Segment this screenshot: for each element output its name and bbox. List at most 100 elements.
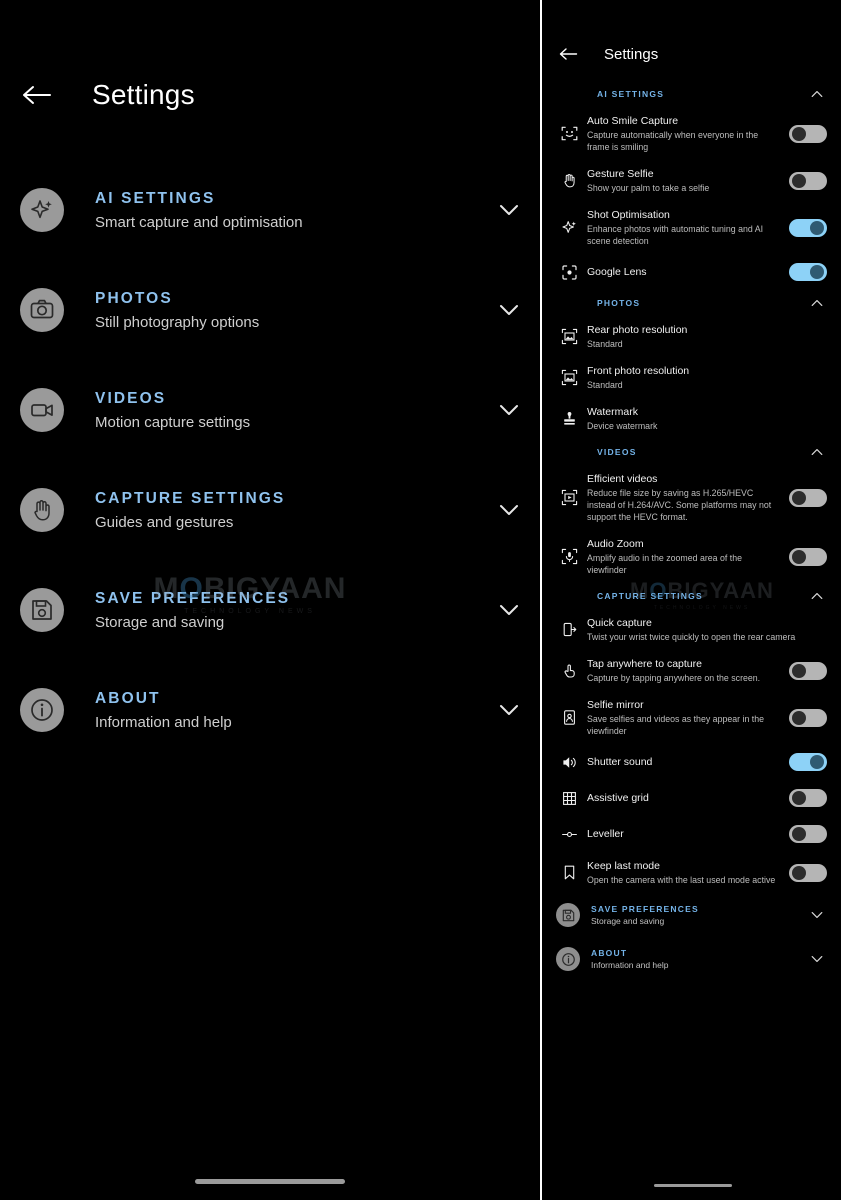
collapsed-section-save-preferences[interactable]: SAVE PREFERENCES Storage and saving [542, 893, 841, 937]
setting-row-leveller[interactable]: Leveller [542, 816, 841, 852]
sidebar-item-subtitle: Motion capture settings [95, 413, 251, 431]
setting-row-front-photo-resolution[interactable]: Front photo resolution Standard [542, 357, 841, 398]
info-circle-icon [20, 688, 64, 732]
toggle-shutter-sound[interactable] [789, 753, 827, 771]
toggle-auto-smile-capture[interactable] [789, 124, 827, 143]
chevron-down-icon[interactable] [498, 599, 520, 621]
section-header-photos[interactable]: PHOTOS [542, 290, 841, 316]
sidebar-item-label: ABOUT [95, 689, 161, 707]
right-settings-screen: Settings AI SETTINGS Auto Smile Capture … [542, 0, 841, 1200]
sidebar-item-videos[interactable]: VIDEOS Motion capture settings [0, 360, 540, 460]
setting-description: Capture automatically when everyone in t… [587, 130, 759, 152]
setting-row-shutter-sound[interactable]: Shutter sound [542, 744, 841, 780]
setting-row-efficient-videos[interactable]: Efficient videos Reduce file size by sav… [542, 465, 841, 530]
setting-row-shot-optimisation[interactable]: Shot Optimisation Enhance photos with au… [542, 201, 841, 254]
setting-description: Reduce file size by saving as H.265/HEVC… [587, 488, 772, 522]
chevron-up-icon[interactable] [810, 446, 823, 459]
chevron-up-icon[interactable] [810, 88, 823, 101]
chevron-down-icon[interactable] [810, 953, 823, 966]
section-header-capture-settings[interactable]: CAPTURE SETTINGS [542, 583, 841, 609]
sidebar-item-label: PHOTOS [95, 289, 173, 307]
left-settings-screen: Settings AI SETTINGS Smart capture and o… [0, 0, 540, 1200]
gesture-nav-bar[interactable] [195, 1179, 345, 1184]
setting-label: Leveller [587, 828, 624, 840]
collapsed-section-subtitle: Storage and saving [591, 916, 665, 926]
section-header-videos[interactable]: VIDEOS [542, 439, 841, 465]
chevron-down-icon[interactable] [498, 399, 520, 421]
video-frame-icon [556, 487, 583, 509]
floppy-save-icon [20, 588, 64, 632]
toggle-audio-zoom[interactable] [789, 547, 827, 566]
setting-row-watermark[interactable]: Watermark Device watermark [542, 398, 841, 439]
setting-text: Assistive grid [583, 791, 789, 805]
gesture-nav-bar[interactable] [654, 1184, 732, 1187]
setting-label: Shutter sound [587, 756, 653, 768]
toggle-knob [792, 126, 806, 141]
chevron-down-icon[interactable] [498, 699, 520, 721]
setting-label: Keep last mode [587, 860, 660, 872]
setting-row-selfie-mirror[interactable]: Selfie mirror Save selfies and videos as… [542, 691, 841, 744]
google-lens-icon [556, 261, 583, 283]
sidebar-item-save-preferences[interactable]: SAVE PREFERENCES Storage and saving [0, 560, 540, 660]
toggle-shot-optimisation[interactable] [789, 218, 827, 237]
setting-label: Selfie mirror [587, 699, 644, 711]
sidebar-item-label: SAVE PREFERENCES [95, 589, 291, 607]
toggle-google-lens[interactable] [789, 263, 827, 281]
back-button[interactable] [557, 43, 579, 65]
stamp-watermark-icon [556, 408, 583, 430]
chevron-down-icon[interactable] [498, 199, 520, 221]
setting-description: Show your palm to take a selfie [587, 183, 710, 193]
toggle-knob [792, 791, 806, 805]
setting-row-rear-photo-resolution[interactable]: Rear photo resolution Standard [542, 316, 841, 357]
setting-row-tap-anywhere-to-capture[interactable]: Tap anywhere to capture Capture by tappi… [542, 650, 841, 691]
setting-label: Efficient videos [587, 473, 658, 485]
chevron-down-icon[interactable] [498, 499, 520, 521]
collapsed-section-about[interactable]: ABOUT Information and help [542, 937, 841, 981]
setting-row-quick-capture[interactable]: Quick capture Twist your wrist twice qui… [542, 609, 841, 650]
sidebar-item-ai-settings[interactable]: AI SETTINGS Smart capture and optimisati… [0, 160, 540, 260]
video-camera-icon [20, 388, 64, 432]
setting-row-audio-zoom[interactable]: Audio Zoom Amplify audio in the zoomed a… [542, 530, 841, 583]
toggle-gesture-selfie[interactable] [789, 171, 827, 190]
setting-description: Open the camera with the last used mode … [587, 875, 776, 885]
setting-label: Tap anywhere to capture [587, 658, 702, 670]
chevron-up-icon[interactable] [810, 297, 823, 310]
section-label: VIDEOS [597, 447, 637, 457]
setting-label: Shot Optimisation [587, 209, 670, 221]
toggle-knob [810, 265, 824, 279]
setting-text: Shutter sound [583, 755, 789, 769]
sidebar-item-text: VIDEOS Motion capture settings [95, 390, 498, 431]
setting-row-assistive-grid[interactable]: Assistive grid [542, 780, 841, 816]
setting-text: Tap anywhere to capture Capture by tappi… [583, 657, 789, 684]
setting-text: Gesture Selfie Show your palm to take a … [583, 167, 789, 194]
setting-text: Rear photo resolution Standard [583, 323, 827, 350]
sidebar-item-text: SAVE PREFERENCES Storage and saving [95, 590, 498, 631]
phone-twist-icon [556, 619, 583, 641]
toggle-leveller[interactable] [789, 825, 827, 843]
chevron-down-icon[interactable] [498, 299, 520, 321]
dual-screenshot-comparison: Settings AI SETTINGS Smart capture and o… [0, 0, 841, 1200]
setting-row-google-lens[interactable]: Google Lens [542, 254, 841, 290]
chevron-down-icon[interactable] [810, 909, 823, 922]
setting-row-keep-last-mode[interactable]: Keep last mode Open the camera with the … [542, 852, 841, 893]
arrow-left-icon [22, 84, 52, 106]
toggle-keep-last-mode[interactable] [789, 863, 827, 882]
toggle-assistive-grid[interactable] [789, 789, 827, 807]
sidebar-item-about[interactable]: ABOUT Information and help [0, 660, 540, 760]
toggle-knob [792, 663, 806, 678]
left-category-list: AI SETTINGS Smart capture and optimisati… [0, 160, 540, 760]
toggle-tap-anywhere-to-capture[interactable] [789, 661, 827, 680]
sidebar-item-capture-settings[interactable]: CAPTURE SETTINGS Guides and gestures [0, 460, 540, 560]
setting-row-auto-smile-capture[interactable]: Auto Smile Capture Capture automatically… [542, 107, 841, 160]
toggle-knob [792, 173, 806, 188]
sidebar-item-subtitle: Guides and gestures [95, 513, 234, 531]
chevron-up-icon[interactable] [810, 590, 823, 603]
sidebar-item-photos[interactable]: PHOTOS Still photography options [0, 260, 540, 360]
settings-scroll-area: AI SETTINGS Auto Smile Capture Capture a… [542, 81, 841, 981]
toggle-efficient-videos[interactable] [789, 488, 827, 507]
toggle-knob [810, 755, 824, 769]
toggle-selfie-mirror[interactable] [789, 708, 827, 727]
section-header-ai-settings[interactable]: AI SETTINGS [542, 81, 841, 107]
setting-row-gesture-selfie[interactable]: Gesture Selfie Show your palm to take a … [542, 160, 841, 201]
back-button[interactable] [20, 78, 54, 112]
